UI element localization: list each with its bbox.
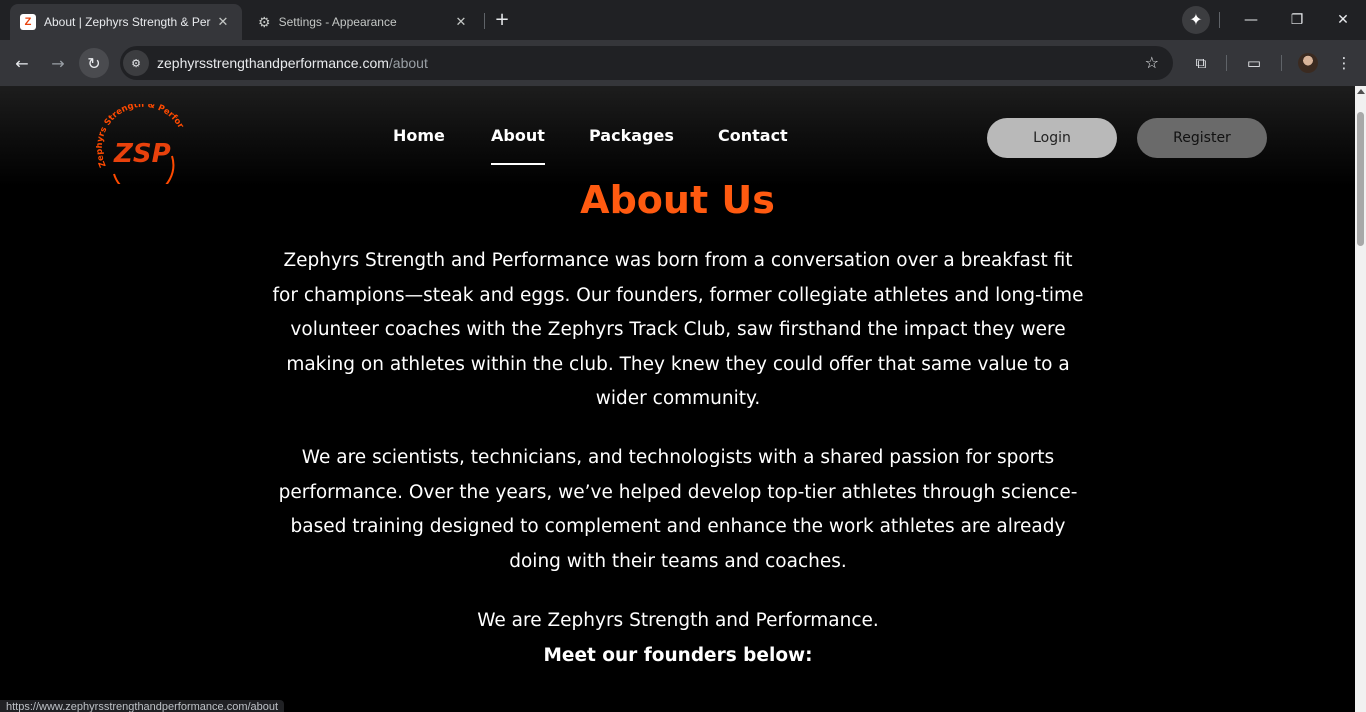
logo-monogram: ZSP xyxy=(113,139,171,169)
tab-settings[interactable]: ⚙ Settings - Appearance ✕ xyxy=(248,4,480,40)
reload-icon[interactable]: ↻ xyxy=(79,48,109,78)
minimize-icon[interactable]: — xyxy=(1228,0,1274,40)
browser-tab-bar: Z About | Zephyrs Strength & Per ✕ ⚙ Set… xyxy=(0,0,1366,40)
browser-toolbar: ← → ↻ ⚙ zephyrsstrengthandperformance.co… xyxy=(0,40,1366,86)
close-icon[interactable]: ✕ xyxy=(214,13,232,31)
extensions-puzzle-icon[interactable]: ⧉ xyxy=(1190,52,1212,74)
tab-divider xyxy=(484,13,485,29)
reading-mode-icon[interactable]: ▭ xyxy=(1243,52,1265,74)
scroll-up-arrow-icon[interactable] xyxy=(1357,89,1365,94)
tab-about[interactable]: Z About | Zephyrs Strength & Per ✕ xyxy=(10,4,242,40)
menu-kebab-icon[interactable]: ⋮ xyxy=(1333,52,1355,74)
nav-packages[interactable]: Packages xyxy=(589,126,674,145)
new-tab-plus-icon[interactable]: + xyxy=(492,10,512,30)
about-paragraph-mission: We are scientists, technicians, and tech… xyxy=(278,447,1078,572)
about-tagline: We are Zephyrs Strength and Performance. xyxy=(477,610,879,631)
bookmark-star-icon[interactable]: ☆ xyxy=(1145,53,1159,72)
gemini-sparkle-icon[interactable]: ✦ xyxy=(1182,6,1210,34)
url-host: zephyrsstrengthandperformance.com xyxy=(157,55,389,71)
scrollbar-thumb[interactable] xyxy=(1357,112,1364,246)
about-paragraph-origin: Zephyrs Strength and Performance was bor… xyxy=(272,250,1084,409)
divider xyxy=(1281,55,1282,71)
address-bar[interactable]: ⚙ zephyrsstrengthandperformance.com/abou… xyxy=(120,46,1173,80)
gear-icon: ⚙ xyxy=(258,13,271,30)
web-page: Zephyrs Strength & Performance ZSP Home … xyxy=(0,86,1355,712)
nav-contact[interactable]: Contact xyxy=(718,126,788,145)
divider xyxy=(1226,55,1227,71)
site-info-icon[interactable]: ⚙ xyxy=(123,50,149,76)
founders-intro: Meet our founders below: xyxy=(543,645,813,666)
nav-home[interactable]: Home xyxy=(393,126,445,145)
forward-arrow-icon[interactable]: → xyxy=(43,48,73,78)
url-path: /about xyxy=(388,55,428,71)
url-text[interactable]: zephyrsstrengthandperformance.com/about xyxy=(157,55,428,71)
tab-title: Settings - Appearance xyxy=(278,15,397,29)
nav-about[interactable]: About xyxy=(491,126,545,165)
back-arrow-icon[interactable]: ← xyxy=(7,48,37,78)
tab-title: About | Zephyrs Strength & Per xyxy=(44,15,211,29)
zsp-logo[interactable]: Zephyrs Strength & Performance ZSP xyxy=(92,97,186,197)
register-button[interactable]: Register xyxy=(1137,118,1267,158)
close-icon[interactable]: ✕ xyxy=(452,13,470,31)
page-title: About Us xyxy=(580,178,775,222)
restore-icon[interactable]: ❐ xyxy=(1274,0,1320,40)
window-close-icon[interactable]: ✕ xyxy=(1320,0,1366,40)
page-scrollbar[interactable] xyxy=(1355,86,1366,712)
profile-avatar[interactable] xyxy=(1298,53,1318,73)
login-button[interactable]: Login xyxy=(987,118,1117,158)
status-bar-url: https://www.zephyrsstrengthandperformanc… xyxy=(0,700,285,712)
site-favicon-icon: Z xyxy=(20,14,36,30)
divider xyxy=(1219,12,1220,28)
